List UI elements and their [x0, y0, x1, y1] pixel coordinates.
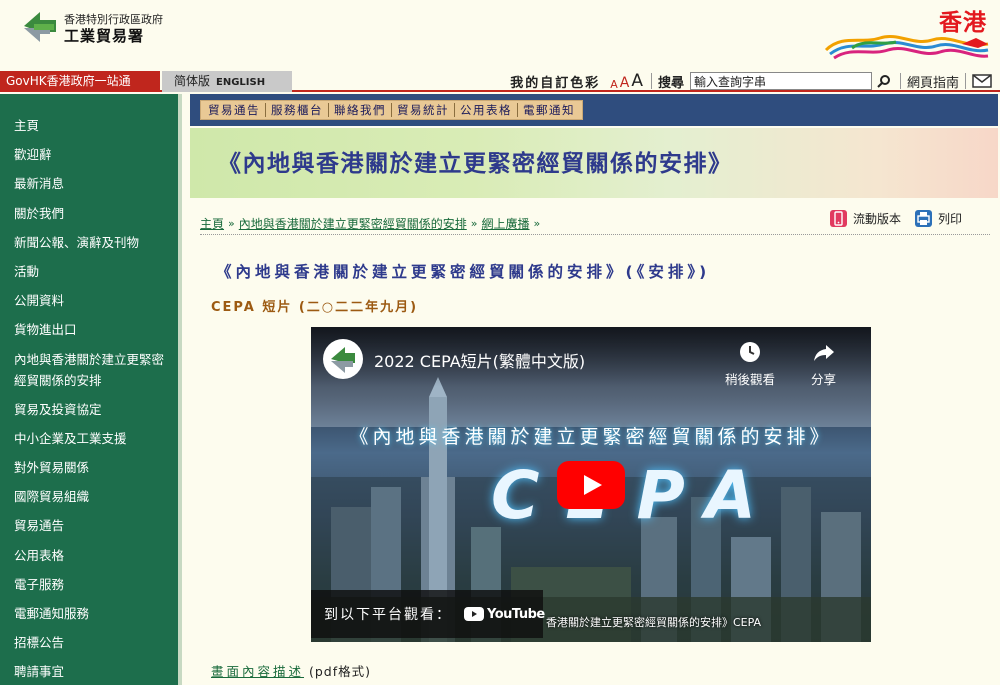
breadcrumb-arrow-icon: »	[533, 217, 541, 230]
nav-item-events[interactable]: 活動	[0, 257, 178, 286]
video-headline: 《內地與香港關於建立更緊密經貿關係的安排》	[349, 426, 833, 448]
quick-link-service-counter[interactable]: 服務櫃台	[266, 102, 328, 118]
font-size-large[interactable]: A	[631, 71, 643, 91]
share-label: 分享	[811, 372, 837, 387]
divider	[650, 73, 652, 89]
video-caption: CEPA 短片 (二○二二年九月)	[211, 300, 419, 315]
quick-link-forms[interactable]: 公用表格	[455, 102, 517, 118]
custom-colour-link[interactable]: 我的自訂色彩	[510, 72, 600, 91]
youtube-play-icon	[464, 607, 484, 621]
cepa-logo-text: CEPA	[491, 457, 782, 534]
simplified-chinese-link[interactable]: 简体版	[174, 74, 210, 88]
play-button-icon[interactable]	[557, 461, 625, 509]
nav-item-public-info[interactable]: 公開資料	[0, 286, 178, 315]
watch-later-label: 稍後觀看	[725, 372, 776, 387]
sitemap-link[interactable]: 網頁指南	[907, 72, 959, 91]
video-description-row: 畫面內容描述 (pdf格式)	[211, 661, 371, 680]
english-link[interactable]: ENGLISH	[216, 77, 265, 88]
nav-item-about-us[interactable]: 關於我們	[0, 199, 178, 228]
print-link[interactable]: 列印	[914, 210, 962, 227]
quick-link-email-notification[interactable]: 電郵通知	[518, 102, 580, 118]
mobile-version-label: 流動版本	[852, 212, 901, 226]
channel-avatar[interactable]	[323, 339, 363, 379]
brand-hong-kong-text: 香港	[939, 10, 987, 36]
tid-logo-icon[interactable]	[20, 10, 60, 44]
video-title[interactable]: 2022 CEPA短片(繁體中文版)	[374, 348, 585, 372]
watch-later-button[interactable]: 稍後觀看	[725, 341, 775, 388]
article-title: 《內地與香港關於建立更緊密經貿關係的安排》(《安排》)	[216, 263, 711, 281]
quick-links: 貿易通告 服務櫃台 聯絡我們 貿易統計 公用表格 電郵通知	[200, 100, 583, 120]
nav-item-recruitment[interactable]: 聘請事宜	[0, 657, 178, 685]
font-size-medium[interactable]: A	[620, 75, 630, 91]
mobile-version-link[interactable]: 流動版本	[829, 210, 901, 227]
youtube-logo: YouTube	[464, 607, 545, 622]
section-banner: 《內地與香港關於建立更緊密經貿關係的安排》	[190, 128, 998, 198]
top-tools: 我的自訂色彩 A A A 搜尋 網頁指南	[510, 70, 992, 92]
watch-on-youtube-button[interactable]: 到以下平台觀看： YouTube	[311, 590, 545, 638]
breadcrumb-arrow-icon: »	[470, 217, 478, 230]
breadcrumb: 主頁» 內地與香港關於建立更緊密經貿關係的安排» 網上廣播»	[200, 215, 544, 232]
share-button[interactable]: 分享	[811, 341, 836, 388]
font-size-switcher: A A A	[610, 71, 645, 91]
pdf-format-note: (pdf格式)	[309, 664, 372, 679]
breadcrumb-webcast[interactable]: 網上廣播	[482, 215, 530, 232]
banner-title: 《內地與香港關於建立更緊密經貿關係的安排》	[218, 151, 733, 177]
page-tools: 流動版本 列印	[829, 210, 962, 227]
site-header: 香港特別行政區政府 工業貿易署 香港	[0, 0, 1000, 70]
main-content: 貿易通告 服務櫃台 聯絡我們 貿易統計 公用表格 電郵通知 《內地與香港關於建立…	[190, 94, 1000, 685]
watch-on-label: 到以下平台觀看：	[324, 607, 452, 623]
quick-link-trade-statistics[interactable]: 貿易統計	[392, 102, 454, 118]
font-size-small[interactable]: A	[610, 78, 618, 91]
breadcrumb-cepa[interactable]: 內地與香港關於建立更緊密經貿關係的安排	[239, 215, 467, 232]
printer-icon	[914, 210, 932, 227]
divider	[899, 73, 901, 89]
nav-item-intl-trade-orgs[interactable]: 國際貿易組織	[0, 482, 178, 511]
nav-item-press-releases[interactable]: 新聞公報、演辭及刊物	[0, 228, 178, 257]
tid-logo-icon	[331, 347, 355, 373]
quick-links-bar: 貿易通告 服務櫃台 聯絡我們 貿易統計 公用表格 電郵通知	[190, 94, 998, 126]
left-navigation: 主頁 歡迎辭 最新消息 關於我們 新聞公報、演辭及刊物 活動 公開資料 貨物進出…	[0, 94, 182, 685]
nav-item-trade-circulars[interactable]: 貿易通告	[0, 511, 178, 540]
nav-item-tenders[interactable]: 招標公告	[0, 628, 178, 657]
nav-item-email-notification[interactable]: 電郵通知服務	[0, 599, 178, 628]
department-name[interactable]: 工業貿易署	[64, 25, 144, 46]
video-subtitle: 香港關於建立更緊密經貿關係的安排》CEPA	[546, 616, 762, 629]
nav-item-import-export[interactable]: 貨物進出口	[0, 315, 178, 344]
top-bar: GovHK香港政府一站通 简体版 ENGLISH 我的自訂色彩 A A A 搜尋 …	[0, 70, 1000, 92]
mail-icon[interactable]	[972, 74, 992, 88]
nav-item-whats-new[interactable]: 最新消息	[0, 169, 178, 198]
search-label: 搜尋	[657, 75, 684, 91]
clock-icon	[740, 342, 760, 362]
nav-item-welcome[interactable]: 歡迎辭	[0, 140, 178, 169]
youtube-wordmark: YouTube	[487, 606, 545, 622]
language-switcher: 简体版 ENGLISH	[162, 71, 292, 92]
nav-list: 主頁 歡迎辭 最新消息 關於我們 新聞公報、演辭及刊物 活動 公開資料 貨物進出…	[0, 94, 178, 685]
quick-link-contact-us[interactable]: 聯絡我們	[329, 102, 391, 118]
mobile-phone-icon	[829, 210, 847, 227]
nav-item-sme-support[interactable]: 中小企業及工業支援	[0, 424, 178, 453]
breadcrumb-home[interactable]: 主頁	[200, 215, 224, 232]
search-input[interactable]	[689, 72, 872, 90]
nav-item-home[interactable]: 主頁	[0, 111, 178, 140]
nav-item-trade-agreements[interactable]: 貿易及投資協定	[0, 395, 178, 424]
share-icon	[813, 345, 834, 361]
search-button[interactable]	[874, 72, 894, 90]
nav-item-external-trade[interactable]: 對外貿易關係	[0, 453, 178, 482]
divider	[965, 73, 966, 89]
print-label: 列印	[937, 212, 962, 226]
breadcrumb-divider	[200, 234, 990, 235]
embedded-video[interactable]: 2022 CEPA短片(繁體中文版) 稍後觀看 分享 《內地與香港關於建立更緊密…	[311, 327, 871, 642]
nav-item-e-services[interactable]: 電子服務	[0, 570, 178, 599]
govhk-link[interactable]: GovHK香港政府一站通	[0, 71, 160, 92]
quick-link-trade-circulars[interactable]: 貿易通告	[203, 102, 265, 118]
nav-item-cepa[interactable]: 內地與香港關於建立更緊密經貿關係的安排	[0, 345, 178, 395]
breadcrumb-arrow-icon: »	[228, 217, 235, 230]
video-description-link[interactable]: 畫面內容描述	[211, 664, 304, 679]
nav-item-forms[interactable]: 公用表格	[0, 541, 178, 570]
search-icon	[877, 75, 890, 88]
